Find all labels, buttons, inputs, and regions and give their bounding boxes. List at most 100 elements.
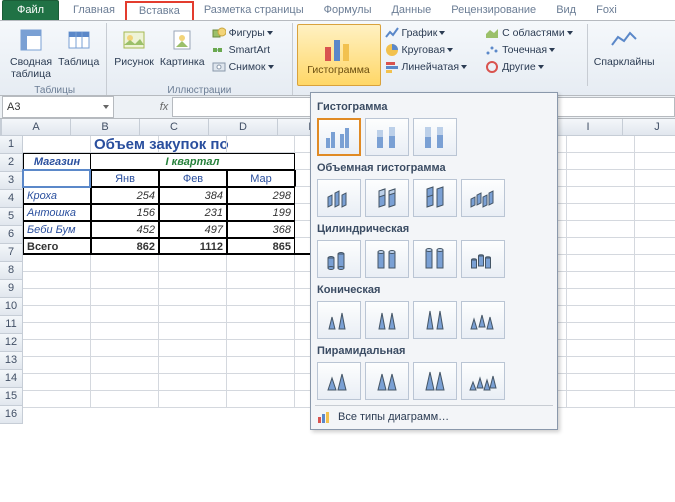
btn-graph[interactable]: График (385, 24, 468, 41)
cell[interactable] (567, 391, 635, 408)
tab-insert[interactable]: Вставка (125, 1, 194, 20)
btn-other[interactable]: Другие (485, 58, 573, 75)
cell[interactable] (567, 187, 635, 204)
btn-histogram[interactable]: Гистограмма (297, 24, 381, 86)
row-header[interactable]: 5 (0, 208, 23, 226)
cell[interactable] (635, 255, 675, 272)
cell[interactable] (567, 204, 635, 221)
cell[interactable] (159, 272, 227, 289)
col-header[interactable]: C (140, 119, 209, 136)
cell[interactable] (567, 255, 635, 272)
chart-3d-100pct[interactable] (413, 179, 457, 217)
cell[interactable] (635, 374, 675, 391)
cell[interactable] (635, 187, 675, 204)
cell[interactable] (91, 255, 159, 272)
cell[interactable] (91, 289, 159, 306)
cell[interactable] (23, 374, 91, 391)
chart-cyl-clustered[interactable] (317, 240, 361, 278)
cell[interactable] (635, 357, 675, 374)
cell[interactable] (159, 391, 227, 408)
row-header[interactable]: 4 (0, 190, 23, 208)
all-chart-types[interactable]: Все типы диаграмм… (315, 405, 553, 427)
cell[interactable] (23, 255, 91, 272)
cell[interactable]: Янв (91, 170, 159, 187)
cell[interactable] (635, 289, 675, 306)
cell[interactable]: 1112 (159, 238, 227, 255)
cell[interactable] (567, 340, 635, 357)
cell[interactable] (635, 323, 675, 340)
chart-cone-100pct[interactable] (413, 301, 457, 339)
cell[interactable] (91, 374, 159, 391)
row-header[interactable]: 15 (0, 388, 23, 406)
cell[interactable]: 156 (91, 204, 159, 221)
btn-scatter[interactable]: Точечная (485, 41, 573, 58)
col-header[interactable]: B (71, 119, 140, 136)
tab-view[interactable]: Вид (546, 1, 586, 20)
cell[interactable] (227, 374, 295, 391)
tab-formulas[interactable]: Формулы (314, 1, 382, 20)
cell[interactable] (91, 391, 159, 408)
chart-cone-clustered[interactable] (317, 301, 361, 339)
chart-cyl-stacked[interactable] (365, 240, 409, 278)
cell[interactable] (91, 340, 159, 357)
row-header[interactable]: 8 (0, 262, 23, 280)
tab-layout[interactable]: Разметка страницы (194, 1, 314, 20)
cell[interactable] (635, 272, 675, 289)
chart-3d-column[interactable] (461, 179, 505, 217)
col-header[interactable]: J (623, 119, 675, 136)
btn-table[interactable]: Таблица (55, 24, 102, 80)
cell[interactable]: 865 (227, 238, 295, 255)
cell[interactable] (635, 204, 675, 221)
cell[interactable]: 231 (159, 204, 227, 221)
chart-cone-3d[interactable] (461, 301, 505, 339)
cell[interactable] (23, 323, 91, 340)
chart-cyl-100pct[interactable] (413, 240, 457, 278)
cell[interactable] (159, 289, 227, 306)
chart-3d-clustered[interactable] (317, 179, 361, 217)
col-header[interactable]: A (1, 119, 71, 136)
cell[interactable] (567, 374, 635, 391)
cell[interactable] (227, 306, 295, 323)
cell[interactable]: Объем закупок по (91, 136, 159, 153)
cell[interactable] (227, 323, 295, 340)
col-header[interactable]: D (209, 119, 278, 136)
cell[interactable] (91, 323, 159, 340)
cell[interactable] (567, 238, 635, 255)
btn-picture[interactable]: Рисунок (111, 24, 157, 75)
cell[interactable]: 497 (159, 221, 227, 238)
cell[interactable] (23, 289, 91, 306)
chart-100pct-column[interactable] (413, 118, 457, 156)
cell[interactable]: Мар (227, 170, 295, 187)
cell[interactable] (91, 272, 159, 289)
tab-home[interactable]: Главная (63, 1, 125, 20)
cell[interactable] (227, 391, 295, 408)
cell[interactable] (567, 153, 635, 170)
cell[interactable] (635, 153, 675, 170)
cell[interactable] (159, 374, 227, 391)
cell[interactable]: Всего (23, 238, 91, 255)
cell[interactable] (159, 306, 227, 323)
cell[interactable]: Фев (159, 170, 227, 187)
chart-pyr-3d[interactable] (461, 362, 505, 400)
cell[interactable]: 368 (227, 221, 295, 238)
cell[interactable] (635, 306, 675, 323)
cell[interactable] (23, 272, 91, 289)
chart-pyr-clustered[interactable] (317, 362, 361, 400)
btn-pie[interactable]: Круговая (385, 41, 468, 58)
row-header[interactable]: 11 (0, 316, 23, 334)
cell[interactable] (159, 357, 227, 374)
cell[interactable] (567, 170, 635, 187)
tab-foxit[interactable]: Foxi (586, 1, 627, 20)
btn-smartart[interactable]: SmartArt (212, 41, 274, 58)
cell[interactable] (567, 272, 635, 289)
cell[interactable]: I квартал (91, 153, 295, 170)
name-box[interactable]: A3 (2, 96, 114, 118)
row-header[interactable]: 12 (0, 334, 23, 352)
cell[interactable]: 254 (91, 187, 159, 204)
cell[interactable] (227, 272, 295, 289)
chart-3d-stacked[interactable] (365, 179, 409, 217)
chart-stacked-column[interactable] (365, 118, 409, 156)
chart-cone-stacked[interactable] (365, 301, 409, 339)
cell[interactable] (635, 170, 675, 187)
row-header[interactable]: 7 (0, 244, 23, 262)
